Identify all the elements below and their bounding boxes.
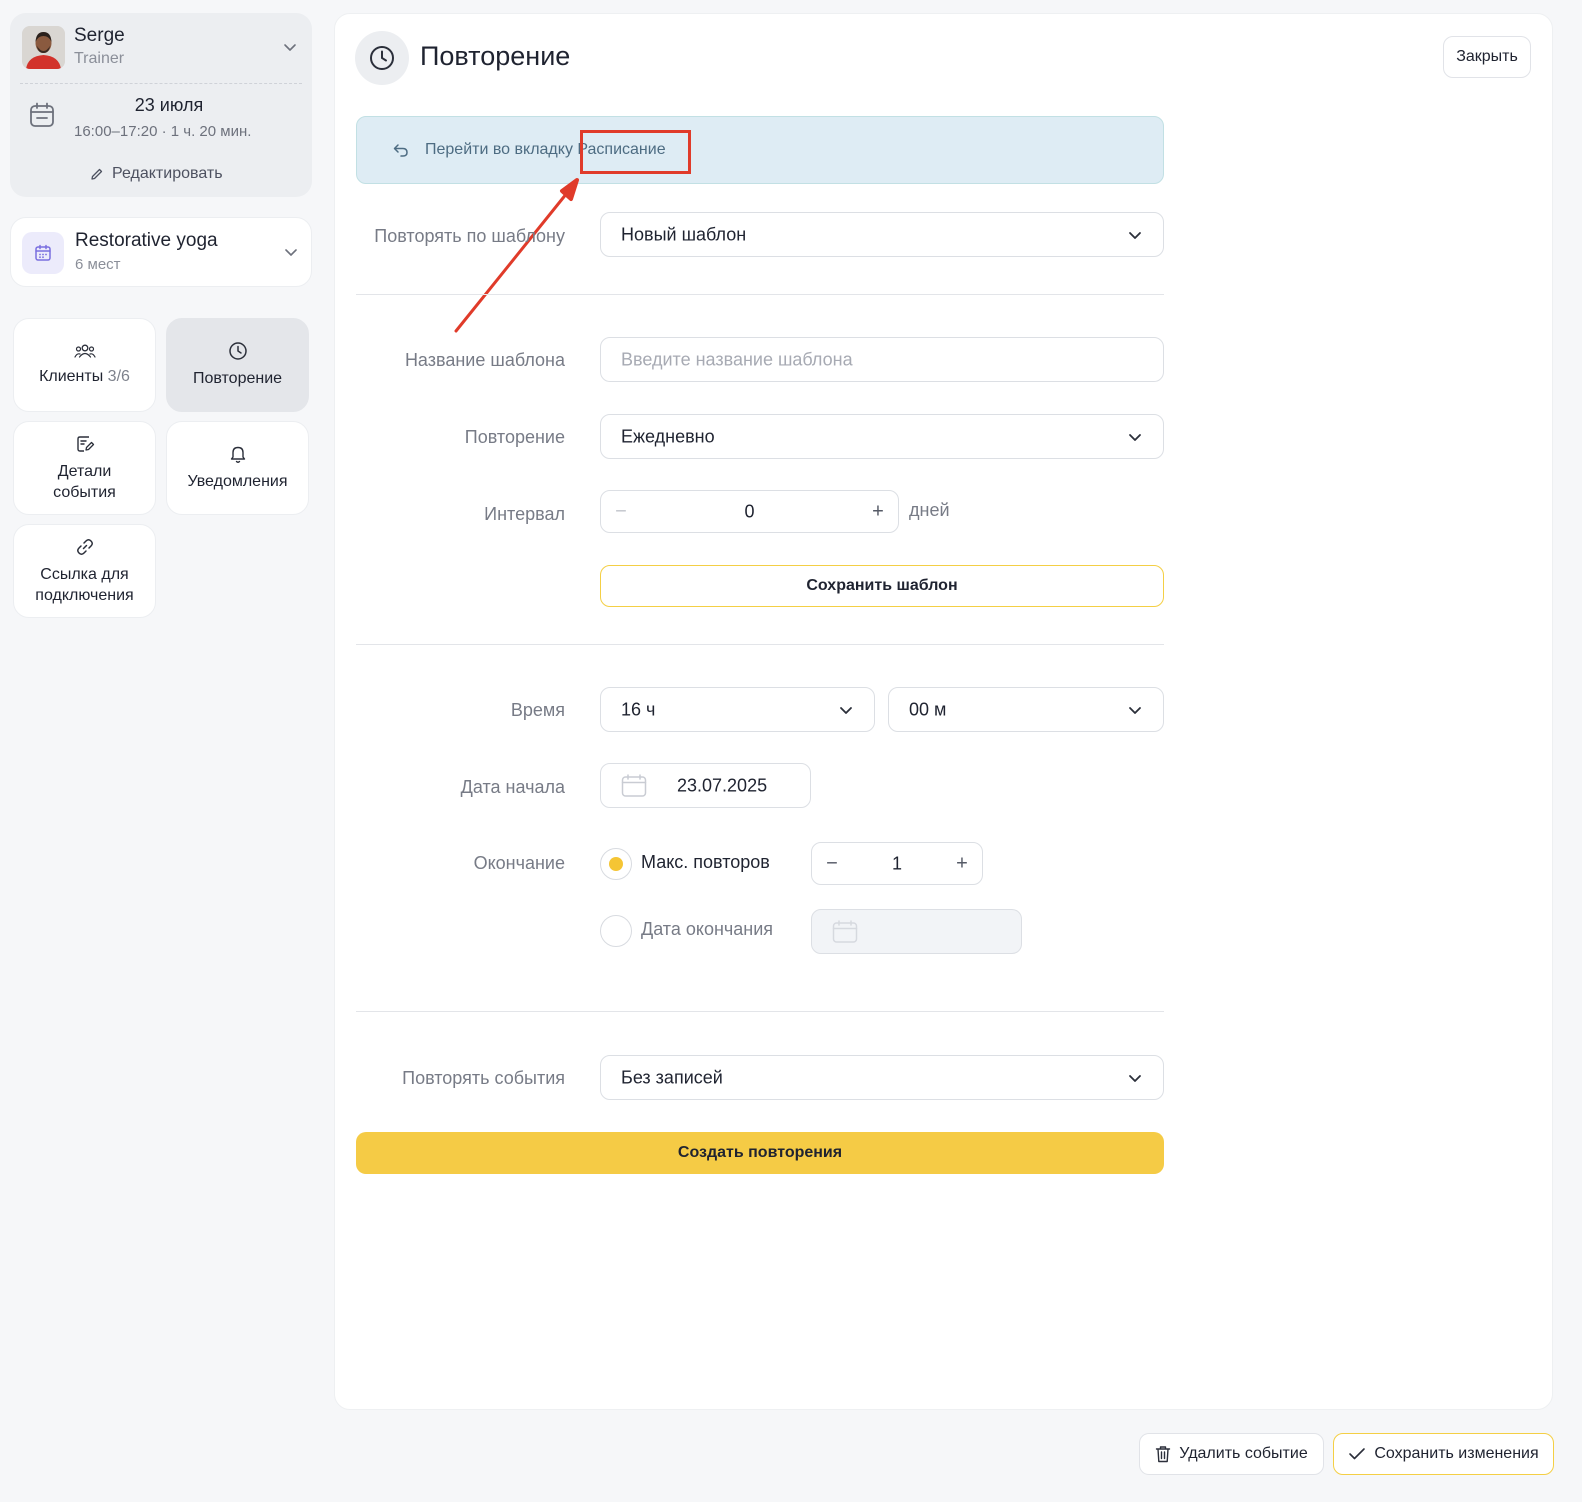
max-repeats-radio[interactable] — [600, 848, 632, 880]
max-repeats-label: Макс. повторов — [641, 852, 770, 872]
time-minutes-value: 00 м — [909, 699, 947, 719]
divider — [356, 644, 1164, 645]
template-label: Повторять по шаблону — [374, 226, 565, 246]
template-name-input[interactable]: Введите название шаблона — [600, 337, 1164, 382]
chevron-down-icon — [1129, 433, 1141, 441]
tab-repeat[interactable]: Повторение — [166, 318, 309, 412]
time-hours-value: 16 ч — [621, 699, 656, 719]
calendar-icon — [621, 774, 647, 797]
trainer-role: Trainer — [74, 50, 125, 67]
ending-label: Окончание — [473, 853, 565, 873]
tab-clients-count: 3/6 — [107, 368, 130, 385]
repeat-events-value: Без записей — [621, 1067, 723, 1087]
edit-session-label: Редактировать — [112, 165, 223, 182]
chevron-down-icon[interactable] — [282, 39, 298, 55]
repeat-select-value: Ежедневно — [621, 426, 715, 446]
chevron-down-icon — [1129, 706, 1141, 714]
start-date-label: Дата начала — [460, 777, 565, 797]
template-select-value: Новый шаблон — [621, 224, 747, 244]
trash-icon — [1156, 1446, 1171, 1463]
clock-icon — [228, 342, 247, 360]
end-date-radio[interactable] — [600, 915, 632, 947]
trainer-name: Serge — [74, 25, 125, 46]
schedule-notice: Перейти во вкладку Расписание — [356, 116, 1164, 184]
tab-connection-link[interactable]: Ссылка для подключения — [13, 524, 156, 618]
repeat-events-label: Повторять события — [402, 1068, 565, 1088]
time-hours-select[interactable]: 16 ч — [600, 687, 875, 732]
page-title: Повторение — [420, 41, 571, 71]
check-icon — [1349, 1448, 1366, 1460]
class-name: Restorative yoga — [75, 230, 218, 251]
clients-icon — [73, 344, 96, 358]
repeat-label: Повторение — [464, 427, 565, 447]
class-calendar-icon — [22, 232, 64, 274]
divider — [356, 294, 1164, 295]
link-icon — [76, 538, 93, 555]
max-repeats-stepper[interactable]: − 1 + — [811, 842, 983, 885]
class-card[interactable]: Restorative yoga 6 мест — [10, 217, 312, 287]
tab-event-details-label: Детали события — [53, 462, 116, 501]
create-repeats-button[interactable]: Создать повторения — [356, 1132, 1164, 1174]
trainer-avatar — [22, 26, 65, 69]
max-repeats-increment-button[interactable]: + — [950, 852, 974, 875]
tab-repeat-label: Повторение — [192, 370, 283, 387]
interval-stepper[interactable]: − 0 + — [600, 490, 899, 533]
chevron-down-icon — [840, 706, 852, 714]
template-select[interactable]: Новый шаблон — [600, 212, 1164, 257]
chevron-down-icon — [1129, 1074, 1141, 1082]
tab-clients-label: Клиенты — [39, 368, 104, 385]
notice-text: Перейти во вкладку — [425, 141, 573, 158]
time-minutes-select[interactable]: 00 м — [888, 687, 1164, 732]
interval-label: Интервал — [484, 504, 565, 524]
save-changes-label: Сохранить изменения — [1374, 1445, 1539, 1462]
end-date-input — [811, 909, 1022, 954]
repeat-events-select[interactable]: Без записей — [600, 1055, 1164, 1100]
interval-increment-button[interactable]: + — [866, 500, 890, 523]
tab-notifications[interactable]: Уведомления — [166, 421, 309, 515]
tab-event-details[interactable]: Детали события — [13, 421, 156, 515]
close-button[interactable]: Закрыть — [1443, 36, 1531, 78]
delete-event-label: Удалить событие — [1179, 1445, 1308, 1462]
save-changes-button[interactable]: Сохранить изменения — [1333, 1433, 1554, 1475]
save-template-button[interactable]: Сохранить шаблон — [600, 565, 1164, 607]
repeat-panel: Повторение Закрыть Перейти во вкладку Ра… — [334, 13, 1553, 1410]
tab-connection-link-label: Ссылка для подключения — [35, 565, 134, 604]
interval-unit: дней — [909, 500, 950, 520]
tab-clients[interactable]: Клиенты 3/6 — [13, 318, 156, 412]
chevron-down-icon[interactable] — [283, 244, 299, 260]
edit-details-icon — [76, 435, 94, 452]
repeat-select[interactable]: Ежедневно — [600, 414, 1164, 459]
class-seats: 6 мест — [75, 256, 121, 273]
return-arrow-icon — [393, 144, 408, 157]
divider — [356, 1011, 1164, 1012]
chevron-down-icon — [1129, 231, 1141, 239]
session-time: 16:00–17:20 · 1 ч. 20 мин. — [74, 123, 252, 140]
start-date-input[interactable]: 23.07.2025 — [600, 763, 811, 808]
template-name-placeholder: Введите название шаблона — [621, 349, 853, 369]
calendar-icon — [832, 920, 858, 943]
annotation-highlight-box — [580, 130, 691, 174]
session-date: 23 июля — [134, 95, 204, 115]
delete-event-button[interactable]: Удалить событие — [1139, 1433, 1324, 1475]
bell-icon — [230, 446, 245, 463]
clock-icon — [355, 31, 409, 85]
time-label: Время — [510, 700, 565, 720]
calendar-icon — [30, 102, 54, 127]
start-date-value: 23.07.2025 — [677, 775, 768, 795]
trainer-card[interactable]: Serge Trainer 23 июля 16:00–17:20 · 1 ч.… — [10, 13, 312, 197]
divider — [20, 83, 302, 84]
end-date-label: Дата окончания — [641, 919, 774, 939]
tab-notifications-label: Уведомления — [187, 473, 288, 490]
template-name-label: Название шаблона — [404, 350, 565, 370]
edit-session-link[interactable]: Редактировать — [90, 165, 223, 183]
interval-value: 0 — [744, 501, 755, 521]
pencil-icon — [91, 168, 103, 180]
